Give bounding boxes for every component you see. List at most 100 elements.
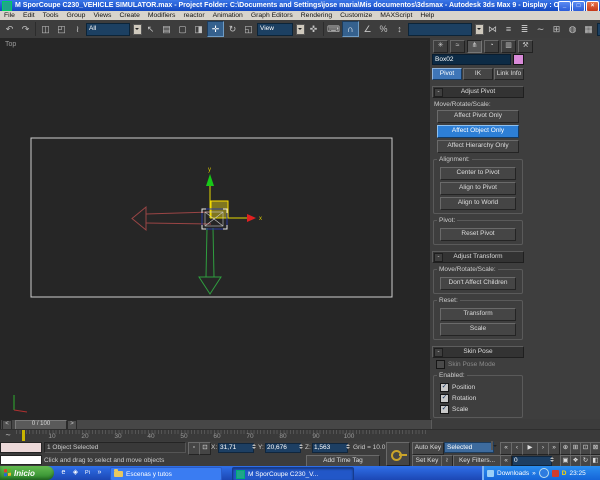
select-and-link-icon[interactable]: ◫ bbox=[38, 22, 53, 36]
play-animation-icon[interactable]: ▶ bbox=[522, 442, 538, 455]
menu-reactor[interactable]: reactor bbox=[183, 12, 204, 19]
select-by-name-icon[interactable]: ▤ bbox=[159, 22, 174, 36]
set-keys-key-button[interactable] bbox=[386, 442, 410, 466]
tray-downloads-label[interactable]: Downloads bbox=[497, 470, 529, 477]
current-frame-marker[interactable] bbox=[22, 430, 25, 441]
dont-affect-children-button[interactable]: Don't Affect Children bbox=[440, 277, 516, 290]
spinner-snap-icon[interactable]: ↕ bbox=[392, 22, 407, 36]
menu-graph-editors[interactable]: Graph Editors bbox=[251, 12, 293, 19]
quicklaunch-more-chevron[interactable]: » bbox=[94, 467, 105, 479]
align-to-pivot-button[interactable]: Align to Pivot bbox=[440, 182, 516, 195]
keyboard-shortcut-override-icon[interactable]: ⌨ bbox=[326, 22, 341, 36]
menu-edit[interactable]: Edit bbox=[23, 12, 35, 19]
move-gizmo[interactable]: y x bbox=[206, 167, 262, 222]
reset-pivot-button[interactable]: Reset Pivot bbox=[440, 228, 516, 241]
reference-coordinate-dropdown[interactable]: View bbox=[257, 22, 293, 36]
menu-animation[interactable]: Animation bbox=[213, 12, 243, 19]
y-spinner[interactable] bbox=[298, 443, 303, 450]
select-and-move-icon[interactable]: ✛ bbox=[207, 21, 224, 37]
scale-checkbox[interactable]: ✓ bbox=[440, 405, 449, 414]
center-to-pivot-button[interactable]: Center to Pivot bbox=[440, 167, 516, 180]
z-coordinate-field[interactable]: 1,563 bbox=[312, 443, 348, 453]
skin-pose-rollout-header[interactable]: - Skin Pose bbox=[432, 346, 524, 358]
start-button[interactable]: Inicio bbox=[0, 466, 54, 480]
align-icon[interactable]: ≡ bbox=[501, 22, 516, 36]
position-checkbox[interactable]: ✓ bbox=[440, 383, 449, 392]
selection-filter-dropdown-arrow[interactable] bbox=[133, 23, 142, 35]
zoom-extents-all-icon[interactable]: ⊠ bbox=[590, 442, 600, 455]
viewport-canvas[interactable]: y x bbox=[0, 38, 430, 419]
affect-hierarchy-only-button[interactable]: Affect Hierarchy Only bbox=[437, 140, 519, 153]
maxscript-mini-listener[interactable] bbox=[0, 455, 42, 465]
menu-rendering[interactable]: Rendering bbox=[301, 12, 332, 19]
select-object-icon[interactable]: ↖ bbox=[143, 22, 158, 36]
curve-editor-icon[interactable]: ∼ bbox=[533, 22, 548, 36]
reset-scale-button[interactable]: Scale bbox=[440, 323, 516, 336]
angle-snap-icon[interactable]: ∠ bbox=[360, 22, 375, 36]
rotation-checkbox[interactable]: ✓ bbox=[440, 394, 449, 403]
affect-object-only-button[interactable]: Affect Object Only bbox=[437, 125, 519, 138]
current-frame-field[interactable]: 0 bbox=[512, 456, 552, 466]
utilities-tab-icon[interactable]: ⚒ bbox=[518, 40, 533, 53]
window-titlebar[interactable]: M SporCoupe C230_VEHICLE SIMULATOR.max -… bbox=[0, 0, 600, 11]
select-and-scale-icon[interactable]: ◱ bbox=[241, 22, 256, 36]
create-tab-icon[interactable]: ✳ bbox=[433, 40, 448, 53]
y-coordinate-field[interactable]: 20,676 bbox=[265, 443, 301, 453]
named-selection-sets-dropdown-arrow[interactable] bbox=[475, 23, 484, 35]
display-tab-icon[interactable]: ▥ bbox=[501, 40, 516, 53]
collapse-icon[interactable]: - bbox=[434, 253, 443, 262]
skin-pose-mode-checkbox[interactable] bbox=[436, 360, 445, 369]
x-coordinate-field[interactable]: 31,71 bbox=[218, 443, 254, 453]
align-to-world-button[interactable]: Align to World bbox=[440, 197, 516, 210]
mirror-icon[interactable]: ⋈ bbox=[485, 22, 500, 36]
modify-tab-icon[interactable]: ≈ bbox=[450, 40, 465, 53]
percent-snap-icon[interactable]: % bbox=[376, 22, 391, 36]
link-info-mode-button[interactable]: Link Info bbox=[494, 68, 524, 80]
select-and-manipulate-icon[interactable]: ✜ bbox=[306, 22, 321, 36]
affect-pivot-only-button[interactable]: Affect Pivot Only bbox=[437, 110, 519, 123]
tray-daemon-icon[interactable]: D bbox=[562, 470, 567, 477]
collapse-icon[interactable]: - bbox=[434, 88, 443, 97]
tray-chevron[interactable]: » bbox=[532, 470, 536, 477]
gizmo-x-arrowhead[interactable] bbox=[247, 214, 256, 222]
go-to-end-icon[interactable]: » bbox=[548, 442, 560, 455]
object-name-field[interactable]: Box02 bbox=[432, 54, 512, 65]
menu-create[interactable]: Create bbox=[119, 12, 139, 19]
menu-group[interactable]: Group bbox=[67, 12, 86, 19]
quicklaunch-shell-icon[interactable]: ◈ bbox=[70, 467, 81, 479]
key-filter-selected-dropdown[interactable]: Selected bbox=[444, 442, 494, 453]
x-spinner[interactable] bbox=[251, 443, 256, 450]
object-color-swatch[interactable] bbox=[513, 54, 524, 65]
undo-icon[interactable]: ↶ bbox=[2, 22, 17, 36]
selection-filter-dropdown[interactable]: All bbox=[86, 22, 130, 36]
taskbar-task-3dsmax[interactable]: M SporCoupe C230_V... bbox=[232, 467, 354, 480]
viewport-top[interactable]: Top y x bbox=[0, 38, 431, 419]
tray-msn-icon[interactable] bbox=[538, 468, 549, 478]
material-editor-icon[interactable]: ◍ bbox=[565, 22, 580, 36]
pivot-mode-button[interactable]: Pivot bbox=[432, 68, 462, 80]
z-spinner[interactable] bbox=[345, 443, 350, 450]
taskbar-task-escenas[interactable]: Escenas y tutos bbox=[110, 467, 222, 480]
collapse-icon[interactable]: - bbox=[434, 348, 443, 357]
selection-bracket-box02[interactable] bbox=[201, 208, 228, 230]
maximize-button[interactable]: □ bbox=[572, 1, 585, 11]
quicklaunch-ie-icon[interactable]: e bbox=[58, 467, 69, 479]
window-crossing-icon[interactable]: ◨ bbox=[191, 22, 206, 36]
absolute-offset-mode-icon[interactable]: ⊡ bbox=[199, 442, 211, 455]
redo-icon[interactable]: ↷ bbox=[18, 22, 33, 36]
menu-help[interactable]: Help bbox=[420, 12, 434, 19]
select-and-rotate-icon[interactable]: ↻ bbox=[225, 22, 240, 36]
ik-mode-button[interactable]: IK bbox=[463, 68, 493, 80]
maxscript-macro-recorder[interactable] bbox=[0, 442, 42, 453]
tray-downloads-icon[interactable] bbox=[487, 469, 494, 477]
minimize-button[interactable]: _ bbox=[558, 1, 571, 11]
selected-dropdown-arrow[interactable] bbox=[491, 441, 493, 450]
menu-file[interactable]: File bbox=[4, 12, 15, 19]
scene-arrow-red-left[interactable] bbox=[131, 205, 212, 232]
auto-key-button[interactable]: Auto Key bbox=[412, 442, 444, 455]
schematic-view-icon[interactable]: ⊞ bbox=[549, 22, 564, 36]
render-setup-icon[interactable]: ▦ bbox=[581, 22, 596, 36]
tray-app-icon[interactable] bbox=[551, 469, 559, 477]
open-mini-curve-editor-icon[interactable]: ∼ bbox=[2, 431, 14, 441]
layer-manager-icon[interactable]: ≣ bbox=[517, 22, 532, 36]
